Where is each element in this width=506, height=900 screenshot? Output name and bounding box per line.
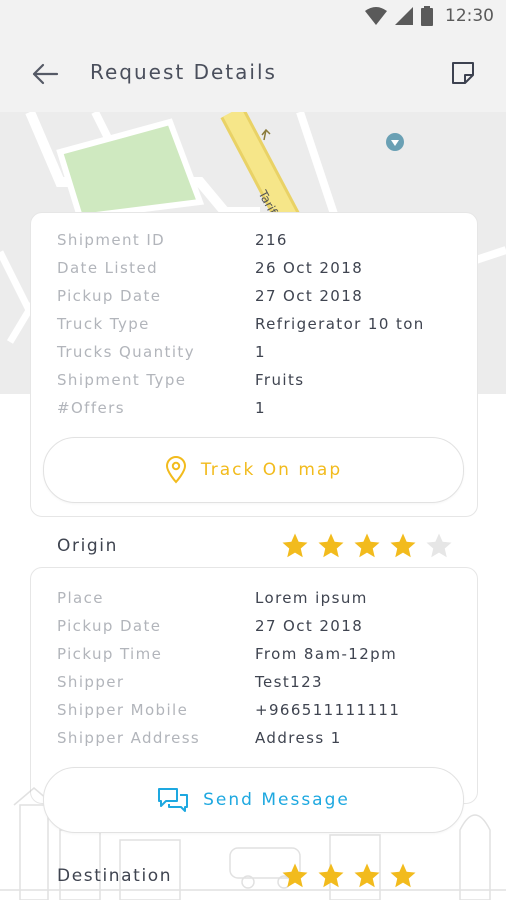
row-value: +966511111111 — [255, 701, 401, 719]
star-filled-icon — [318, 863, 344, 888]
row-value: 1 — [255, 343, 266, 361]
star-filled-icon — [354, 863, 380, 888]
send-message-label: Send Message — [203, 790, 350, 810]
row-value: Address 1 — [255, 729, 342, 747]
row-label: #Offers — [57, 399, 125, 417]
origin-row-shipper: Shipper Test123 — [57, 673, 322, 691]
shipment-row-id: Shipment ID 216 — [57, 231, 286, 249]
origin-title: Origin — [57, 536, 118, 556]
chat-bubbles-icon — [158, 788, 189, 812]
row-label: Truck Type — [57, 315, 150, 333]
shipment-row-pickup-date: Pickup Date 27 Oct 2018 — [57, 287, 362, 305]
row-value: Test123 — [255, 673, 323, 691]
page-title: Request Details — [90, 60, 277, 84]
shipment-row-truck-type: Truck Type Refrigerator 10 ton — [57, 315, 423, 333]
row-label: Pickup Date — [57, 617, 162, 635]
status-time: 12:30 — [445, 6, 494, 26]
row-label: Shipper Mobile — [57, 701, 189, 719]
destination-title: Destination — [57, 866, 173, 886]
row-label: Shipment Type — [57, 371, 187, 389]
origin-rating — [280, 531, 454, 561]
row-label: Shipment ID — [57, 231, 166, 249]
status-icons: 12:30 — [365, 6, 494, 26]
shipment-row-trucks-quantity: Trucks Quantity 1 — [57, 343, 265, 361]
wifi-icon — [365, 7, 387, 25]
shipment-row-offers: #Offers 1 — [57, 399, 265, 417]
origin-row-pickup-date: Pickup Date 27 Oct 2018 — [57, 617, 362, 635]
star-filled-icon — [390, 863, 416, 888]
row-value: 26 Oct 2018 — [255, 259, 364, 277]
signal-icon — [395, 7, 413, 25]
star-filled-icon — [282, 863, 308, 888]
row-label: Pickup Time — [57, 645, 163, 663]
app-bar: Request Details — [0, 34, 506, 112]
row-value: Fruits — [255, 371, 305, 389]
origin-row-shipper-address: Shipper Address Address 1 — [57, 729, 340, 747]
row-label: Place — [57, 589, 104, 607]
origin-row-place: Place Lorem ipsum — [57, 589, 366, 607]
destination-rating — [280, 861, 418, 891]
status-bar: 12:30 — [0, 0, 506, 34]
note-icon[interactable] — [450, 60, 476, 86]
row-value: 216 — [255, 231, 288, 249]
row-label: Pickup Date — [57, 287, 162, 305]
row-label: Date Listed — [57, 259, 158, 277]
origin-row-shipper-mobile: Shipper Mobile +966511111111 — [57, 701, 399, 719]
star-filled-icon — [390, 533, 416, 558]
row-value: Refrigerator 10 ton — [255, 315, 425, 333]
row-label: Shipper Address — [57, 729, 201, 747]
row-label: Trucks Quantity — [57, 343, 195, 361]
row-value: Lorem ipsum — [255, 589, 368, 607]
send-message-button[interactable]: Send Message — [43, 767, 464, 833]
star-filled-icon — [282, 533, 308, 558]
shipment-row-shipment-type: Shipment Type Fruits — [57, 371, 303, 389]
track-on-map-label: Track On map — [200, 460, 343, 480]
track-on-map-button[interactable]: Track On map — [43, 437, 464, 503]
row-value: 27 Oct 2018 — [255, 287, 364, 305]
origin-row-pickup-time: Pickup Time From 8am-12pm — [57, 645, 396, 663]
star-filled-icon — [354, 533, 380, 558]
row-value: 1 — [255, 399, 266, 417]
shipment-row-date-listed: Date Listed 26 Oct 2018 — [57, 259, 362, 277]
star-filled-icon — [318, 533, 344, 558]
row-label: Shipper — [57, 673, 125, 691]
location-pin-icon — [165, 456, 186, 484]
arrow-left-icon[interactable] — [30, 59, 60, 89]
row-value: 27 Oct 2018 — [255, 617, 364, 635]
row-value: From 8am-12pm — [255, 645, 398, 663]
battery-icon — [421, 6, 433, 26]
star-empty-icon — [426, 533, 452, 558]
